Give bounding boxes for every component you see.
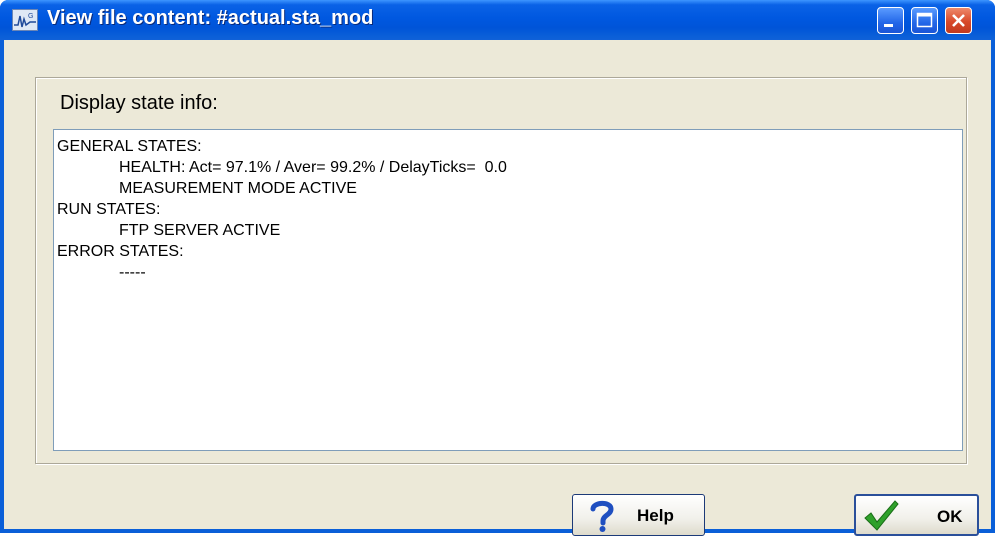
dialog-window: G View file content: #actual.sta_mod Dis… — [0, 0, 995, 536]
content-line: ----- — [119, 264, 146, 281]
minimize-icon — [884, 24, 893, 27]
window-title: View file content: #actual.sta_mod — [47, 7, 374, 29]
close-icon — [952, 14, 965, 27]
close-button[interactable] — [945, 7, 972, 34]
content-line: FTP SERVER ACTIVE — [119, 222, 281, 239]
content-line: MEASUREMENT MODE ACTIVE — [119, 180, 357, 197]
checkmark-icon — [864, 500, 899, 531]
state-info-textarea[interactable]: GENERAL STATES: HEALTH: Act= 97.1% / Aver… — [53, 129, 963, 451]
help-button-label: Help — [637, 506, 674, 525]
dialog-client-area: Display state info: GENERAL STATES: HEALT… — [4, 40, 991, 536]
ok-button-label: OK — [937, 507, 963, 526]
title-bar[interactable]: G View file content: #actual.sta_mod — [0, 0, 995, 40]
svg-text:G: G — [28, 13, 33, 20]
content-line: RUN STATES: — [57, 201, 161, 218]
help-button[interactable]: Help — [572, 494, 705, 536]
maximize-button[interactable] — [911, 7, 938, 34]
app-waveform-icon: G — [12, 9, 38, 31]
question-mark-icon — [590, 500, 614, 532]
maximize-icon — [916, 12, 933, 28]
content-line: GENERAL STATES: — [57, 138, 202, 155]
minimize-button[interactable] — [877, 7, 904, 34]
content-line: ERROR STATES: — [57, 243, 184, 260]
ok-button[interactable]: OK — [854, 494, 979, 536]
content-line: HEALTH: Act= 97.1% / Aver= 99.2% / Delay… — [119, 159, 507, 176]
group-label: Display state info: — [60, 92, 218, 114]
